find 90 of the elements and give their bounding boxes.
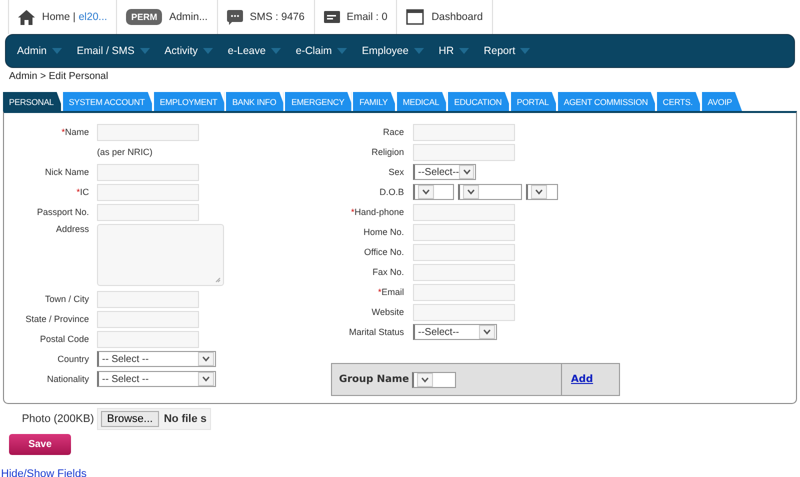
input-field[interactable] [97,204,199,220]
menu-item[interactable]: Employee [356,45,434,57]
input-field[interactable] [413,124,515,140]
field-label: Religion [370,147,405,157]
browse-button[interactable]: Browse... [101,411,159,427]
home-link[interactable]: Home | el20... [42,11,108,23]
input-field[interactable] [413,224,515,240]
caret-icon [202,48,213,54]
tab[interactable]: PERSONAL [3,92,64,111]
dropdown-icon[interactable] [418,185,434,199]
field-label: Marital Status [348,327,405,337]
dashboard-link[interactable]: Dashboard [431,11,483,23]
input-field[interactable] [97,184,199,200]
field-label: *Hand-phone [350,207,405,217]
caret-icon [140,48,150,54]
dropdown-icon[interactable] [531,185,547,199]
dropdown-icon[interactable] [479,325,495,339]
field-label: Home No. [362,227,405,237]
input-field[interactable] [413,204,515,220]
toggle-link[interactable]: Hide/Show Fields [1,468,87,477]
field-label: *IC [75,187,90,197]
breadcrumb: Admin > Edit Personal [9,71,108,82]
field-label: Photo (200KB) [20,413,95,425]
input-field[interactable] [413,144,515,160]
user-menu[interactable]: Admin... [169,11,208,23]
select-field[interactable]: --Select-- [413,164,476,180]
menu-item[interactable]: Email / SMS [72,45,160,57]
input-field[interactable] [97,164,199,180]
select-field[interactable] [412,372,456,388]
add-link[interactable]: Add [562,364,619,395]
field-label: Website [370,307,405,317]
field-label: Group Name [339,374,410,385]
caret-icon [458,48,469,54]
input-field[interactable] [413,304,515,320]
field-label: Country [56,354,90,364]
save-button[interactable]: Save [9,434,71,455]
home-icon[interactable] [18,10,35,24]
select-field[interactable]: --Select-- [413,324,497,340]
resize-grip-icon[interactable] [215,277,221,283]
menu-item[interactable]: Report [478,45,540,57]
input-field[interactable] [97,124,199,140]
select-field[interactable]: -- Select -- [97,371,216,387]
field-label: Office No. [363,247,405,257]
dropdown-icon[interactable] [463,185,479,199]
select-field[interactable] [526,184,558,200]
select-field[interactable]: -- Select -- [97,351,216,367]
caret-icon [270,48,281,54]
caret-icon [52,48,62,54]
field-label: Sex [387,167,405,177]
file-field[interactable]: Browse... No file s [97,408,211,430]
dropdown-icon[interactable] [198,372,214,386]
input-field[interactable] [97,310,199,328]
menu-item[interactable]: e-Leave [222,45,291,57]
field-label: Town / City [44,294,90,304]
input-field[interactable] [97,290,199,308]
field-label: Nationality [46,374,90,384]
input-field[interactable] [97,330,199,348]
select-field[interactable] [458,184,522,200]
select-field[interactable] [413,184,454,200]
menu-item[interactable]: Activity [160,45,223,57]
menu-item[interactable]: Admin [12,45,72,57]
field-label: Race [382,127,405,137]
window-icon[interactable] [406,9,424,25]
caret-icon [414,48,424,54]
field-label: Postal Code [38,334,90,344]
input-field[interactable] [413,284,515,300]
sms-count[interactable]: SMS : 9476 [250,11,305,23]
menu-item[interactable]: e-Claim [290,45,357,57]
field-label: Fax No. [371,267,405,277]
field-label: *Name [60,127,90,137]
dropdown-icon[interactable] [198,352,214,366]
dropdown-icon[interactable] [459,165,474,179]
perm-badge: PERM [126,9,162,25]
input-field[interactable] [413,264,515,280]
field-label: State / Province [24,314,90,324]
chat-icon[interactable] [226,10,243,24]
field-hint: (as per NRIC) [96,147,153,157]
address-field[interactable] [97,224,224,286]
input-field[interactable] [413,244,515,260]
caret-icon [520,48,530,54]
field-label: Passport No. [36,207,90,217]
field-label: Nick Name [44,167,90,177]
card-icon[interactable] [324,11,340,23]
field-label: D.O.B [378,187,405,197]
field-label: *Email [376,287,405,297]
menu-item[interactable]: HR [434,45,479,57]
email-count[interactable]: Email : 0 [346,11,388,23]
field-label: Address [54,224,90,234]
caret-icon [336,48,347,54]
dropdown-icon[interactable] [417,372,434,386]
